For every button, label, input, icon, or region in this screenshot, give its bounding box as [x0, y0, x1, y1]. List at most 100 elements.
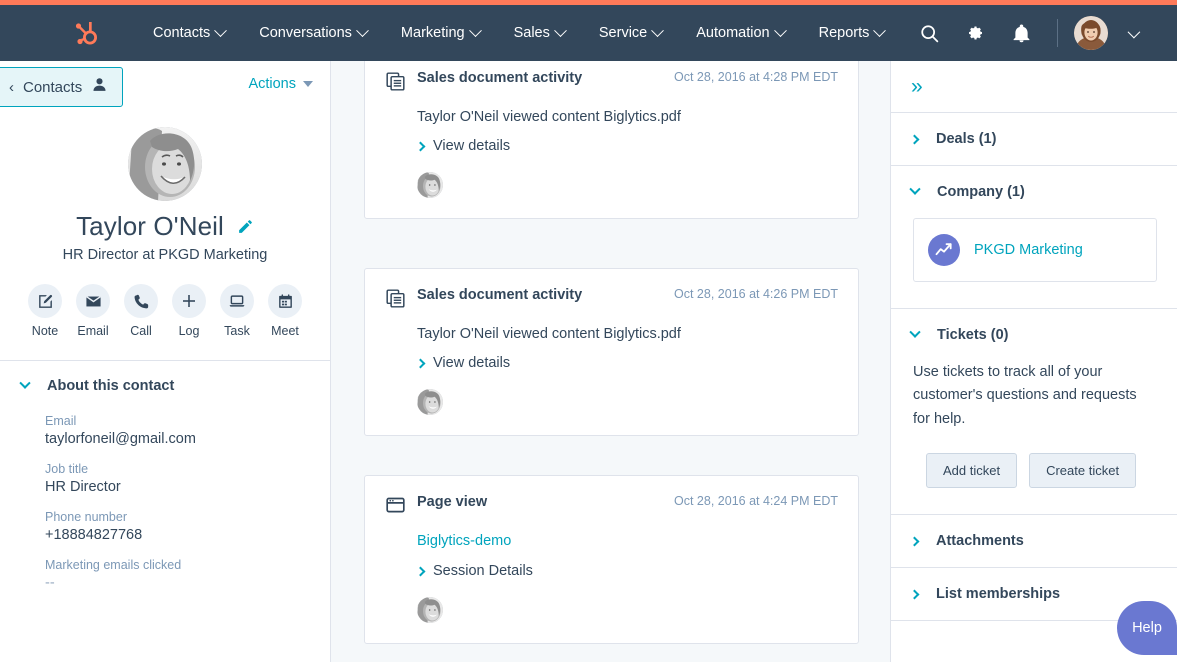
view-details-toggle[interactable]: View details	[365, 125, 858, 154]
session-details-toggle[interactable]: Session Details	[365, 550, 858, 579]
field-email: Email taylorfoneil@gmail.com	[45, 414, 330, 447]
company-name-link[interactable]: PKGD Marketing	[974, 242, 1083, 258]
field-phone-number: Phone number +18884827768	[45, 510, 330, 543]
deals-section-header[interactable]: Deals (1)	[891, 113, 1177, 165]
nav-item-reports[interactable]: Reports	[802, 25, 902, 41]
attachments-section-title: Attachments	[936, 533, 1024, 549]
avatar[interactable]	[1074, 16, 1108, 50]
field-value[interactable]: HR Director	[45, 479, 330, 495]
double-chevron-right-icon[interactable]: »	[911, 76, 923, 97]
field-job-title: Job title HR Director	[45, 462, 330, 495]
envelope-icon	[76, 284, 110, 318]
nav-item-sales[interactable]: Sales	[497, 25, 582, 41]
gear-icon[interactable]	[955, 13, 995, 53]
section-company: Company (1) PKGD Marketing	[891, 166, 1177, 309]
nav-menu: Contacts Conversations Marketing Sales S…	[136, 25, 901, 41]
add-ticket-button[interactable]: Add ticket	[926, 453, 1017, 488]
pkgd-marketing-logo	[928, 234, 960, 266]
page-view-link[interactable]: Biglytics-demo	[365, 521, 531, 549]
card-timestamp: Oct 28, 2016 at 4:26 PM EDT	[674, 287, 838, 301]
quick-action-meet[interactable]: Meet	[268, 284, 302, 338]
about-this-contact-header[interactable]: About this contact	[0, 361, 330, 394]
back-to-contacts-button[interactable]: ‹ Contacts	[0, 67, 123, 107]
field-value[interactable]: --	[45, 575, 330, 591]
bell-icon[interactable]	[1001, 13, 1041, 53]
actions-button[interactable]: Actions	[248, 76, 313, 92]
help-button[interactable]: Help	[1117, 601, 1177, 655]
contact-subtitle: HR Director at PKGD Marketing	[0, 247, 330, 263]
field-value[interactable]: +18884827768	[45, 527, 330, 543]
activity-timeline: Sales document activity Oct 28, 2016 at …	[332, 61, 890, 662]
chevron-right-icon	[910, 590, 920, 600]
chevron-right-icon	[416, 358, 426, 368]
card-body-text: Taylor O'Neil viewed content Biglytics.p…	[365, 314, 858, 342]
chevron-down-icon	[651, 24, 664, 37]
phone-icon	[124, 284, 158, 318]
contact-sidebar: ‹ Contacts Actions	[0, 61, 331, 662]
back-button-label: Contacts	[23, 79, 82, 96]
about-fields: Email taylorfoneil@gmail.com Job title H…	[0, 394, 330, 591]
quick-action-call[interactable]: Call	[124, 284, 158, 338]
chevron-left-icon: ‹	[9, 80, 14, 95]
nav-item-conversations[interactable]: Conversations	[242, 25, 384, 41]
hubspot-sprocket-logo[interactable]	[66, 14, 104, 52]
chevron-down-icon	[469, 24, 482, 37]
quick-action-label: Note	[32, 324, 58, 338]
quick-action-task[interactable]: Task	[220, 284, 254, 338]
card-title: Sales document activity	[411, 287, 674, 303]
about-section-title: About this contact	[47, 378, 174, 394]
quick-action-label: Meet	[271, 324, 299, 338]
field-label: Email	[45, 414, 330, 428]
nav-item-label: Automation	[696, 25, 769, 41]
contact-person-icon	[91, 76, 108, 98]
related-records-sidebar: » Deals (1) Company (1) PKGD Market	[890, 61, 1177, 662]
field-value[interactable]: taylorfoneil@gmail.com	[45, 431, 330, 447]
timeline-card[interactable]: Sales document activity Oct 28, 2016 at …	[364, 268, 859, 436]
chevron-down-icon	[356, 24, 369, 37]
tickets-section-title: Tickets (0)	[937, 327, 1008, 343]
caret-down-icon	[303, 81, 313, 87]
attachments-section-header[interactable]: Attachments	[891, 515, 1177, 567]
chevron-down-icon	[19, 378, 30, 389]
page-view-browser-icon	[385, 494, 411, 521]
quick-action-label: Task	[224, 324, 250, 338]
nav-item-contacts[interactable]: Contacts	[136, 25, 242, 41]
create-ticket-button[interactable]: Create ticket	[1029, 453, 1136, 488]
nav-item-marketing[interactable]: Marketing	[384, 25, 497, 41]
company-section-header[interactable]: Company (1)	[891, 166, 1177, 218]
nav-item-service[interactable]: Service	[582, 25, 679, 41]
sidebar-header: ‹ Contacts Actions	[0, 61, 330, 114]
search-icon[interactable]	[909, 13, 949, 53]
quick-action-log[interactable]: Log	[172, 284, 206, 338]
chevron-down-icon	[909, 327, 920, 338]
card-avatar	[417, 597, 443, 623]
timeline-card[interactable]: Sales document activity Oct 28, 2016 at …	[364, 61, 859, 219]
view-details-toggle[interactable]: View details	[365, 342, 858, 371]
company-record-card[interactable]: PKGD Marketing	[913, 218, 1157, 282]
field-label: Marketing emails clicked	[45, 558, 330, 572]
tickets-actions: Add ticket Create ticket	[891, 431, 1177, 514]
nav-item-label: Marketing	[401, 25, 465, 41]
nav-item-automation[interactable]: Automation	[679, 25, 801, 41]
tickets-section-header[interactable]: Tickets (0)	[891, 309, 1177, 361]
pencil-icon[interactable]	[237, 218, 254, 235]
quick-action-email[interactable]: Email	[76, 284, 110, 338]
contact-name-row: Taylor O'Neil	[0, 211, 330, 242]
chevron-down-icon[interactable]	[1128, 25, 1141, 38]
card-header: Page view Oct 28, 2016 at 4:24 PM EDT	[365, 476, 858, 521]
chevron-right-icon	[910, 537, 920, 547]
chevron-right-icon	[416, 141, 426, 151]
quick-actions: Note Email	[0, 284, 330, 338]
field-marketing-emails-clicked: Marketing emails clicked --	[45, 558, 330, 591]
nav-item-label: Sales	[514, 25, 550, 41]
chevron-down-icon	[554, 24, 567, 37]
page-title: Taylor O'Neil	[76, 211, 224, 242]
deals-section-title: Deals (1)	[936, 131, 996, 147]
card-avatar	[417, 172, 443, 198]
sales-document-icon	[385, 287, 411, 314]
timeline-card[interactable]: Page view Oct 28, 2016 at 4:24 PM EDT Bi…	[364, 475, 859, 644]
quick-action-note[interactable]: Note	[28, 284, 62, 338]
chevron-down-icon	[874, 24, 887, 37]
card-header: Sales document activity Oct 28, 2016 at …	[365, 61, 858, 97]
card-timestamp: Oct 28, 2016 at 4:24 PM EDT	[674, 494, 838, 508]
